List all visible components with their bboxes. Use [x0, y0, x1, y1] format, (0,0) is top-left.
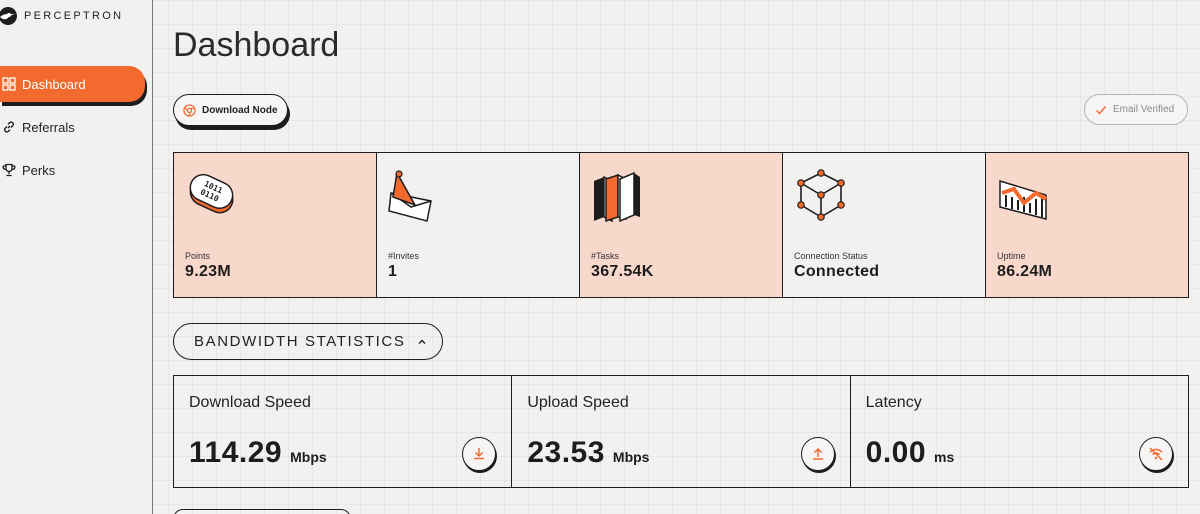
stat-value: Connected	[794, 263, 880, 280]
stat-value: 367.54K	[591, 263, 654, 280]
stat-card-tasks: #Tasks 367.54K	[580, 153, 783, 297]
bandwidth-label: Upload Speed	[527, 394, 629, 411]
stat-label: #Invites	[388, 251, 420, 261]
bandwidth-value: 114.29 Mbps	[189, 436, 327, 470]
email-verified-badge[interactable]: Email Verified	[1084, 94, 1188, 125]
sidebar-item-dashboard[interactable]: Dashboard	[0, 66, 145, 102]
binary-pill-icon: 1011 0110	[189, 173, 234, 214]
stat-value: 1	[388, 263, 398, 280]
bandwidth-unit: Mbps	[290, 449, 327, 465]
bandwidth-number: 23.53	[527, 436, 605, 469]
bandwidth-card-upload: Upload Speed 23.53 Mbps	[512, 376, 851, 487]
bandwidth-number: 0.00	[865, 436, 927, 469]
sidebar-item-label: Perks	[22, 162, 56, 178]
chrome-icon	[183, 103, 196, 117]
bandwidth-value: 23.53 Mbps	[527, 436, 649, 470]
sidebar: PERCEPTRON Dashboard Referrals Perks	[0, 0, 153, 514]
stat-card-invites: #Invites 1	[377, 153, 580, 297]
download-node-label: Download Node	[202, 104, 278, 116]
bandwidth-label: Download Speed	[189, 394, 311, 411]
bandwidth-unit: ms	[934, 449, 955, 465]
link-icon	[4, 121, 14, 133]
bandwidth-card-latency: Latency 0.00 ms	[851, 376, 1188, 487]
sidebar-item-referrals[interactable]: Referrals	[0, 109, 145, 145]
wifi-off-icon	[1149, 447, 1163, 461]
check-icon	[1096, 105, 1107, 115]
download-speed-button[interactable]	[462, 437, 497, 471]
trophy-icon	[2, 163, 16, 177]
grid-icon	[2, 77, 16, 91]
bandwidth-statistics-toggle[interactable]: BANDWIDTH STATISTICS	[173, 323, 443, 360]
stat-card-connection: Connection Status Connected	[783, 153, 986, 297]
sidebar-item-label: Dashboard	[22, 76, 86, 92]
bandwidth-value: 0.00 ms	[866, 436, 955, 470]
bandwidth-title: BANDWIDTH STATISTICS	[194, 333, 406, 350]
chevron-up-icon	[418, 339, 426, 344]
envelope-icon	[388, 170, 432, 222]
stat-value: 86.24M	[997, 263, 1053, 280]
brand[interactable]: PERCEPTRON	[0, 6, 123, 26]
network-cube-icon	[797, 169, 845, 221]
stat-card-uptime: Uptime 86.24M	[986, 153, 1188, 297]
upload-speed-button[interactable]	[800, 437, 835, 471]
bandwidth-number: 114.29	[189, 436, 283, 469]
stat-card-points: 1011 0110 Points 9.23M	[174, 153, 377, 297]
download-icon	[474, 448, 485, 460]
bandwidth-cards: Download Speed 114.29 Mbps Upload Speed …	[173, 375, 1189, 488]
bandwidth-card-download: Download Speed 114.29 Mbps	[174, 376, 513, 487]
page-title: Dashboard	[173, 26, 340, 64]
stat-label: Points	[185, 251, 211, 261]
chart-icon	[999, 179, 1048, 220]
download-node-button[interactable]: Download Node	[173, 94, 288, 126]
books-icon	[594, 171, 640, 223]
email-verified-label: Email Verified	[1113, 104, 1175, 115]
bandwidth-label: Latency	[865, 394, 922, 411]
latency-button[interactable]	[1138, 437, 1173, 471]
stats-row: 1011 0110 Points 9.23M #Invites 1 #Tasks…	[173, 152, 1189, 298]
section-toggle-partial[interactable]	[173, 509, 351, 514]
stat-label: #Tasks	[591, 251, 620, 261]
bandwidth-unit: Mbps	[612, 449, 650, 465]
sidebar-item-label: Referrals	[22, 119, 75, 135]
sidebar-item-perks[interactable]: Perks	[0, 152, 145, 188]
upload-icon	[812, 447, 823, 460]
stat-label: Connection Status	[794, 251, 868, 261]
perceptron-logo-icon	[0, 7, 17, 25]
stat-value: 9.23M	[185, 263, 231, 280]
stat-label: Uptime	[997, 251, 1026, 261]
brand-name: PERCEPTRON	[24, 10, 124, 22]
